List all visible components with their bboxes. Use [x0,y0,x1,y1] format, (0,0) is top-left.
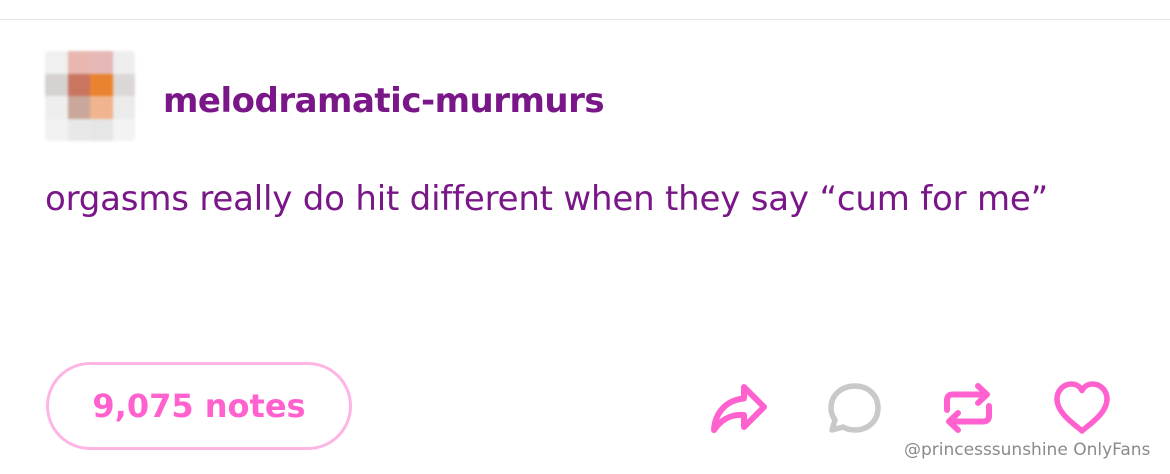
avatar-pixel [112,73,135,96]
avatar-pixel [90,73,113,96]
avatar-pixel [67,96,90,119]
avatar-pixel [90,118,113,141]
post-username[interactable]: melodramatic-murmurs [163,76,605,126]
avatar-pixel [90,51,113,74]
avatar-pixel [112,51,135,74]
post-body-text: orgasms really do hit different when the… [45,179,1049,219]
notes-count-button[interactable]: 9,075 notes [46,362,352,450]
avatar-pixel [112,118,135,141]
avatar-pixel [112,96,135,119]
avatar-pixel [67,73,90,96]
like-button[interactable] [1052,378,1112,438]
avatar-pixel [45,73,68,96]
avatar-pixel [45,118,68,141]
avatar-pixel [67,118,90,141]
speech-bubble-icon [828,383,881,433]
avatar-pixel [45,51,68,74]
reblog-icon [944,383,992,433]
top-divider [0,19,1170,20]
share-arrow-icon [711,384,767,433]
avatar-pixel [67,51,90,74]
avatar[interactable] [45,51,135,141]
watermark-text: @princesssunshine OnlyFans [904,440,1151,460]
heart-icon [1054,381,1110,434]
reply-button[interactable] [824,378,884,438]
reblog-button[interactable] [938,378,998,438]
share-button[interactable] [708,378,768,438]
avatar-pixel [90,96,113,119]
avatar-pixel [45,96,68,119]
